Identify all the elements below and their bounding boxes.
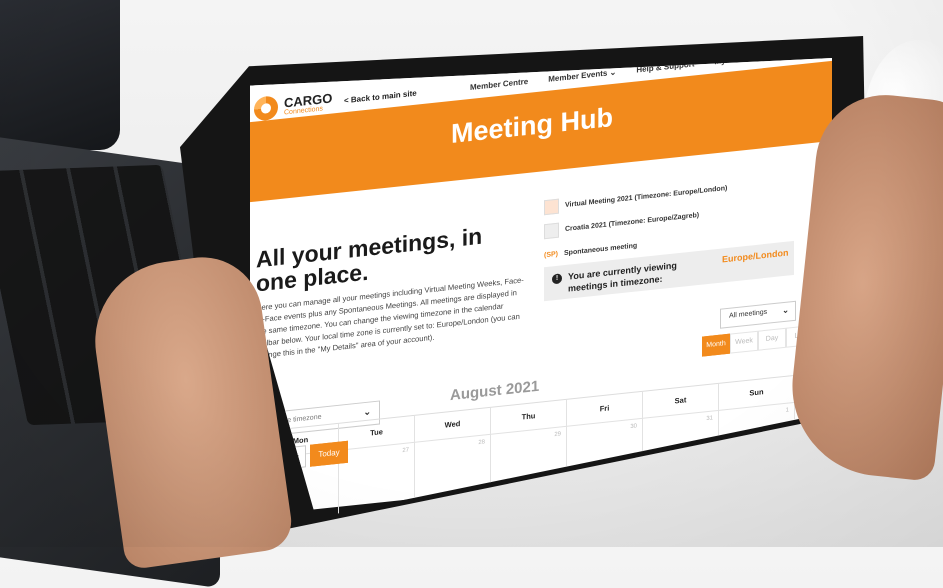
- menu-member-centre[interactable]: Member Centre: [470, 77, 528, 92]
- meetings-filter-value: All meetings: [729, 308, 768, 320]
- spontaneous-tag: (SP): [544, 250, 558, 259]
- timezone-notice-zone: Europe/London: [722, 247, 789, 265]
- back-to-main-site-link[interactable]: < Back to main site: [344, 89, 417, 106]
- chevron-down-icon: ⌄: [363, 406, 371, 418]
- legend-swatch: [544, 222, 559, 239]
- laptop-screen-edge: [0, 0, 120, 150]
- meetings-filter-select[interactable]: All meetings ⌄: [720, 300, 796, 329]
- today-button[interactable]: Today: [310, 440, 348, 467]
- calendar-month-title: August 2021: [450, 377, 540, 405]
- legend-label: Spontaneous meeting: [564, 241, 638, 257]
- chevron-down-icon: ⌄: [782, 305, 789, 316]
- info-icon: !: [552, 273, 562, 285]
- view-month-button[interactable]: Month: [702, 333, 730, 357]
- logo-icon: [254, 95, 278, 122]
- legend-swatch: [544, 198, 559, 215]
- view-week-button[interactable]: Week: [730, 330, 758, 354]
- view-day-button[interactable]: Day: [758, 327, 786, 351]
